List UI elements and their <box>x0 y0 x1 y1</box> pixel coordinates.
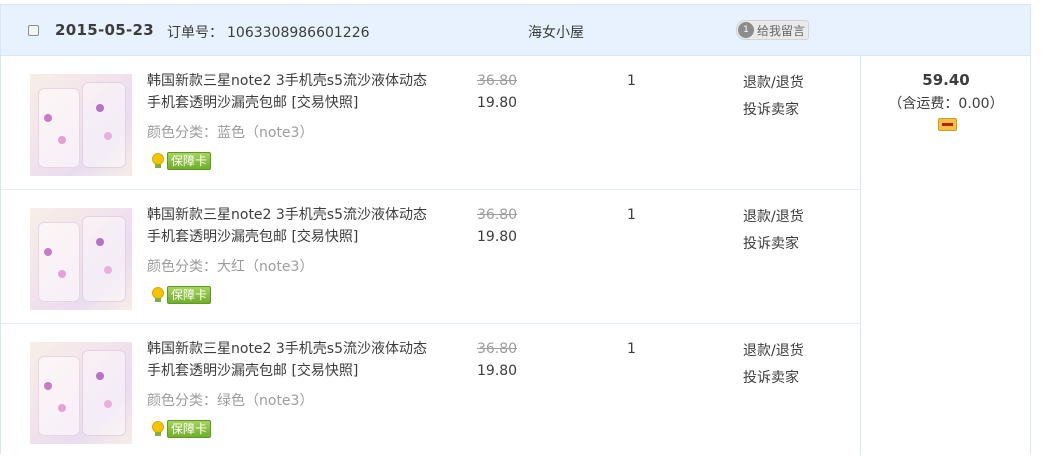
product-price: 36.80 19.80 <box>477 204 517 248</box>
product-price: 36.80 19.80 <box>477 70 517 114</box>
shop-name-link[interactable]: 海女小屋 <box>528 22 584 42</box>
product-title-link[interactable]: 韩国新款三星note2 3手机壳s5流沙液体动态手机套透明沙漏壳包邮 [交易快照… <box>147 70 437 114</box>
order-item-row: 韩国新款三星note2 3手机壳s5流沙液体动态手机套透明沙漏壳包邮 [交易快照… <box>1 190 860 324</box>
product-quantity: 1 <box>627 207 636 223</box>
product-quantity: 1 <box>627 341 636 357</box>
order-header: 2015-05-23 订单号： 1063308986601226 海女小屋 1 给… <box>1 5 1030 56</box>
guarantee-bulb-icon <box>151 421 165 437</box>
shipping-fee: （含运费：0.00） <box>888 96 1004 112</box>
item-actions: 退款/退货 投诉卖家 <box>743 70 804 124</box>
refund-return-link[interactable]: 退款/退货 <box>743 204 804 231</box>
guarantee-card-label: 保障卡 <box>167 152 212 170</box>
product-thumbnail[interactable] <box>30 342 132 444</box>
complain-seller-link[interactable]: 投诉卖家 <box>743 97 804 124</box>
product-thumbnail[interactable] <box>30 74 132 176</box>
product-sku: 颜色分类：绿色（note3） <box>147 393 314 409</box>
product-sku: 颜色分类：大红（note3） <box>147 259 314 275</box>
product-thumbnail[interactable] <box>30 208 132 310</box>
guarantee-card-badge[interactable]: 保障卡 <box>151 286 212 304</box>
product-quantity: 1 <box>627 73 636 89</box>
order-item-row: 韩国新款三星note2 3手机壳s5流沙液体动态手机套透明沙漏壳包邮 [交易快照… <box>1 56 860 190</box>
complain-seller-link[interactable]: 投诉卖家 <box>743 231 804 258</box>
order-items: 韩国新款三星note2 3手机壳s5流沙液体动态手机套透明沙漏壳包邮 [交易快照… <box>1 56 860 457</box>
item-actions: 退款/退货 投诉卖家 <box>743 338 804 392</box>
order-card: 2015-05-23 订单号： 1063308986601226 海女小屋 1 给… <box>0 4 1031 457</box>
product-title-link[interactable]: 韩国新款三星note2 3手机壳s5流沙液体动态手机套透明沙漏壳包邮 [交易快照… <box>147 338 437 382</box>
order-number: 订单号： 1063308986601226 <box>167 22 370 42</box>
message-button[interactable]: 1 给我留言 <box>736 20 810 40</box>
guarantee-card-badge[interactable]: 保障卡 <box>151 420 212 438</box>
message-count-icon: 1 <box>738 22 754 38</box>
order-date: 2015-05-23 <box>55 21 154 39</box>
complain-seller-link[interactable]: 投诉卖家 <box>743 365 804 392</box>
order-item-row: 韩国新款三星note2 3手机壳s5流沙液体动态手机套透明沙漏壳包邮 [交易快照… <box>1 324 860 457</box>
card-icon[interactable] <box>938 118 957 131</box>
order-number-label: 订单号： <box>167 25 223 41</box>
original-price: 36.80 <box>477 341 518 357</box>
original-price: 36.80 <box>477 73 518 89</box>
order-total-amount: 59.40 <box>922 71 970 89</box>
original-price: 36.80 <box>477 207 518 223</box>
guarantee-card-label: 保障卡 <box>167 420 212 438</box>
sale-price: 19.80 <box>477 95 518 111</box>
guarantee-card-label: 保障卡 <box>167 286 212 304</box>
message-button-label: 给我留言 <box>757 23 806 38</box>
item-actions: 退款/退货 投诉卖家 <box>743 204 804 258</box>
refund-return-link[interactable]: 退款/退货 <box>743 338 804 365</box>
order-total-panel: 59.40 （含运费：0.00） <box>860 56 1031 455</box>
order-select-checkbox[interactable] <box>28 25 39 36</box>
guarantee-bulb-icon <box>151 287 165 303</box>
refund-return-link[interactable]: 退款/退货 <box>743 70 804 97</box>
guarantee-bulb-icon <box>151 153 165 169</box>
sale-price: 19.80 <box>477 229 518 245</box>
sale-price: 19.80 <box>477 363 518 379</box>
product-title-link[interactable]: 韩国新款三星note2 3手机壳s5流沙液体动态手机套透明沙漏壳包邮 [交易快照… <box>147 204 437 248</box>
order-number-value: 1063308986601226 <box>227 25 370 41</box>
product-sku: 颜色分类：蓝色（note3） <box>147 125 314 141</box>
product-price: 36.80 19.80 <box>477 338 517 382</box>
guarantee-card-badge[interactable]: 保障卡 <box>151 152 212 170</box>
